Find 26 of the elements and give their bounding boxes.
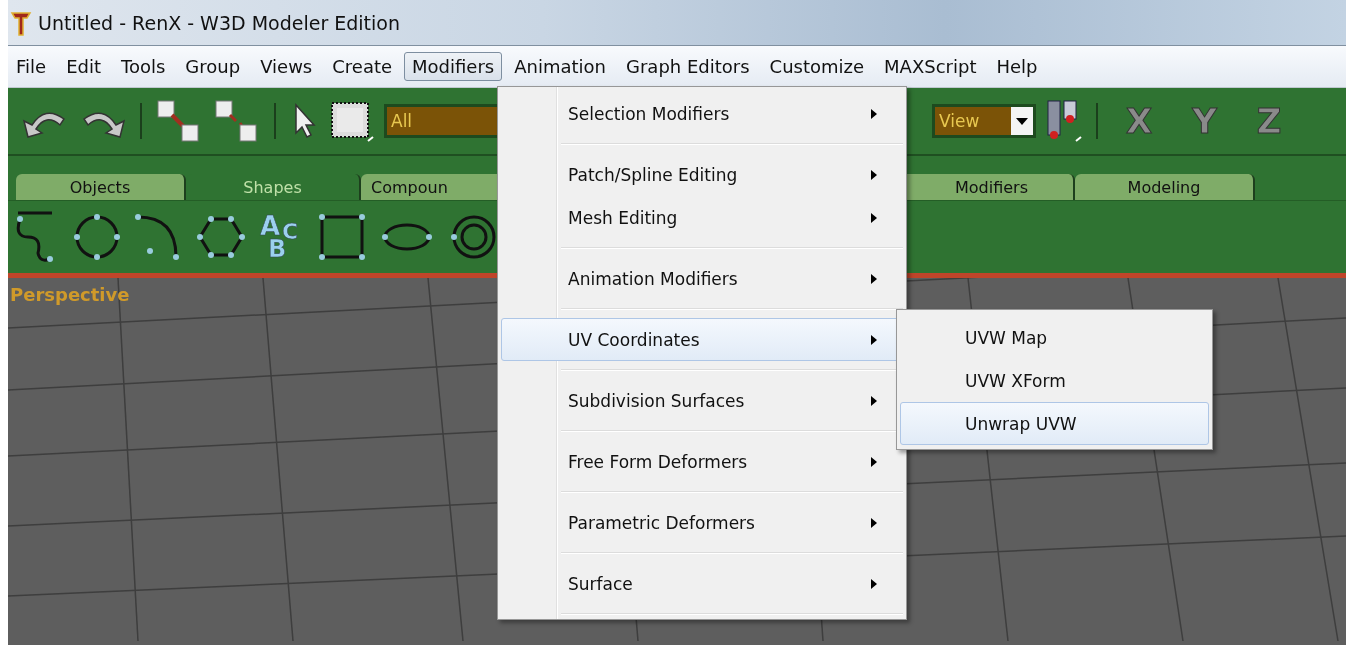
viewport-label: Perspective [10,284,130,305]
menu-item[interactable]: Modifiers [404,52,503,81]
tab[interactable]: Modeling [1075,174,1255,200]
menu-option[interactable]: Surface [501,562,903,605]
menu-option[interactable]: Selection Modifiers [501,92,903,135]
coordinate-system-dropdown[interactable]: View [932,104,1036,138]
menu-option[interactable]: Parametric Deformers [501,501,903,544]
menu-item[interactable]: Animation [506,52,614,81]
menu-item[interactable]: Graph Editors [618,52,758,81]
menu-item[interactable]: Tools [113,52,174,81]
menu-option[interactable]: Animation Modifiers [501,257,903,300]
menu-option[interactable]: UVW Map [900,316,1209,359]
window-title: Untitled - RenX - W3D Modeler Edition [38,11,400,34]
menu-item[interactable]: Help [988,52,1046,81]
menu-item[interactable]: Create [324,52,401,81]
menu-item[interactable]: MAXScript [876,52,985,81]
pivot-icon[interactable] [1044,97,1084,145]
menu-item[interactable]: File [8,52,55,81]
menu-option[interactable]: Unwrap UVW [900,402,1209,445]
menu-item[interactable]: Views [252,52,321,81]
menu-item[interactable]: Edit [58,52,109,81]
menu-item[interactable]: Group [177,52,249,81]
menu-item[interactable]: Customize [761,52,873,81]
tab[interactable]: Objects [16,174,186,200]
menu-option[interactable]: UVW XForm [900,359,1209,402]
menu-option[interactable]: Free Form Deformers [501,440,903,483]
